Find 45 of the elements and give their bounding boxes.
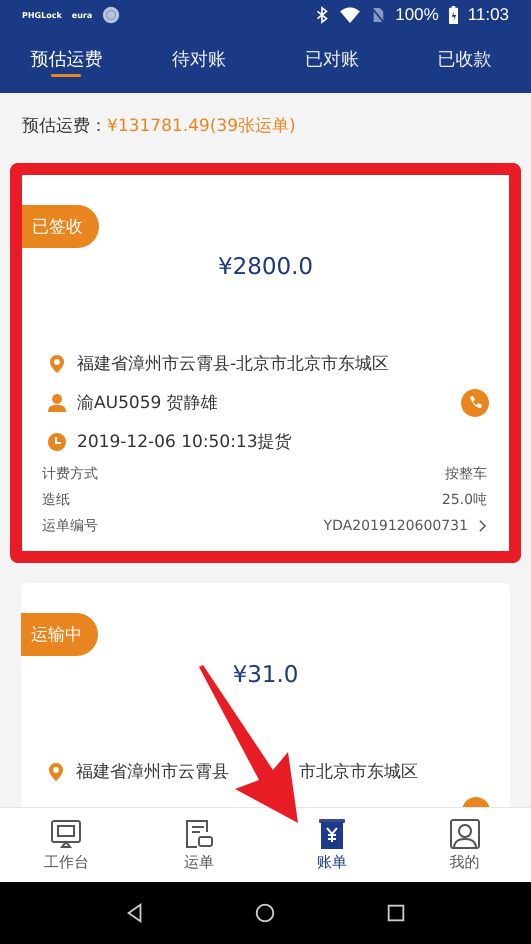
driver-text: 渝AU5059 贺静雄: [77, 392, 218, 414]
status-badge: 已签收: [22, 205, 99, 248]
profile-icon: [448, 818, 481, 850]
summary-label: 预估运费：: [22, 114, 107, 136]
phone-button-icon[interactable]: [461, 388, 489, 416]
pickup-time: 2019-12-06 10:50:13提货: [77, 431, 292, 453]
nav-tab[interactable]: 账单: [266, 808, 398, 882]
route-text: 福建省漳州市云霄县-北京市北京市东城区: [77, 353, 390, 375]
tab[interactable]: 已对账: [266, 30, 398, 93]
tab[interactable]: 已收款: [398, 30, 531, 93]
location-pin-icon: [46, 762, 66, 782]
location-pin-icon: [47, 354, 67, 374]
amount: ¥2800.0: [216, 254, 314, 280]
detail-value: 25.0吨: [442, 491, 487, 509]
clock-icon: [47, 432, 67, 452]
home-icon[interactable]: [254, 902, 276, 924]
clock-time: 11:03: [468, 5, 509, 25]
wifi-icon: [339, 6, 362, 24]
detail-value: YDA2019120600731: [324, 518, 468, 534]
bluetooth-icon: [315, 6, 330, 24]
no-sim-icon: [371, 6, 386, 24]
detail-label: 运单编号: [42, 517, 98, 535]
detail-label: 造纸: [42, 491, 70, 509]
route-text: 福建省漳州市云霄县: [76, 761, 229, 783]
tab[interactable]: 待对账: [132, 30, 266, 93]
monitor-icon: [50, 818, 82, 850]
status-badge: 运输中: [21, 613, 98, 656]
nav-tab[interactable]: 运单: [132, 808, 266, 882]
detail-label: 计费方式: [42, 465, 98, 483]
nav-tab[interactable]: 工作台: [0, 808, 133, 882]
detail-value: 按整车: [445, 465, 487, 483]
notification-text: eura: [72, 10, 92, 20]
waybill-card[interactable]: 已签收 ¥2800.0 福建省漳州市云霄县-北京市北京市东城区 渝AU5059 贺静雄 2019-12-06 10:50:13提货 计费方式 按整车 造纸 25.0吨 运单编号 YDA2019120600731: [22, 175, 509, 551]
summary-value: ¥131781.49(39张运单): [107, 114, 296, 136]
route-text: 市北京市东城区: [299, 761, 418, 783]
notification-text: PHGLock: [22, 10, 62, 20]
chevron-right-icon[interactable]: [478, 519, 487, 533]
globe-icon: [102, 6, 120, 24]
nav-tab[interactable]: 我的: [398, 808, 531, 882]
tab[interactable]: 预估运费: [0, 30, 133, 93]
battery-icon: [448, 6, 458, 24]
waybill-card[interactable]: 运输中 ¥31.0 福建省漳州市云霄县 市北京市东城区: [21, 583, 510, 807]
person-icon: [47, 392, 67, 412]
battery-percent: 100%: [395, 5, 439, 25]
amount: ¥31.0: [232, 662, 300, 688]
